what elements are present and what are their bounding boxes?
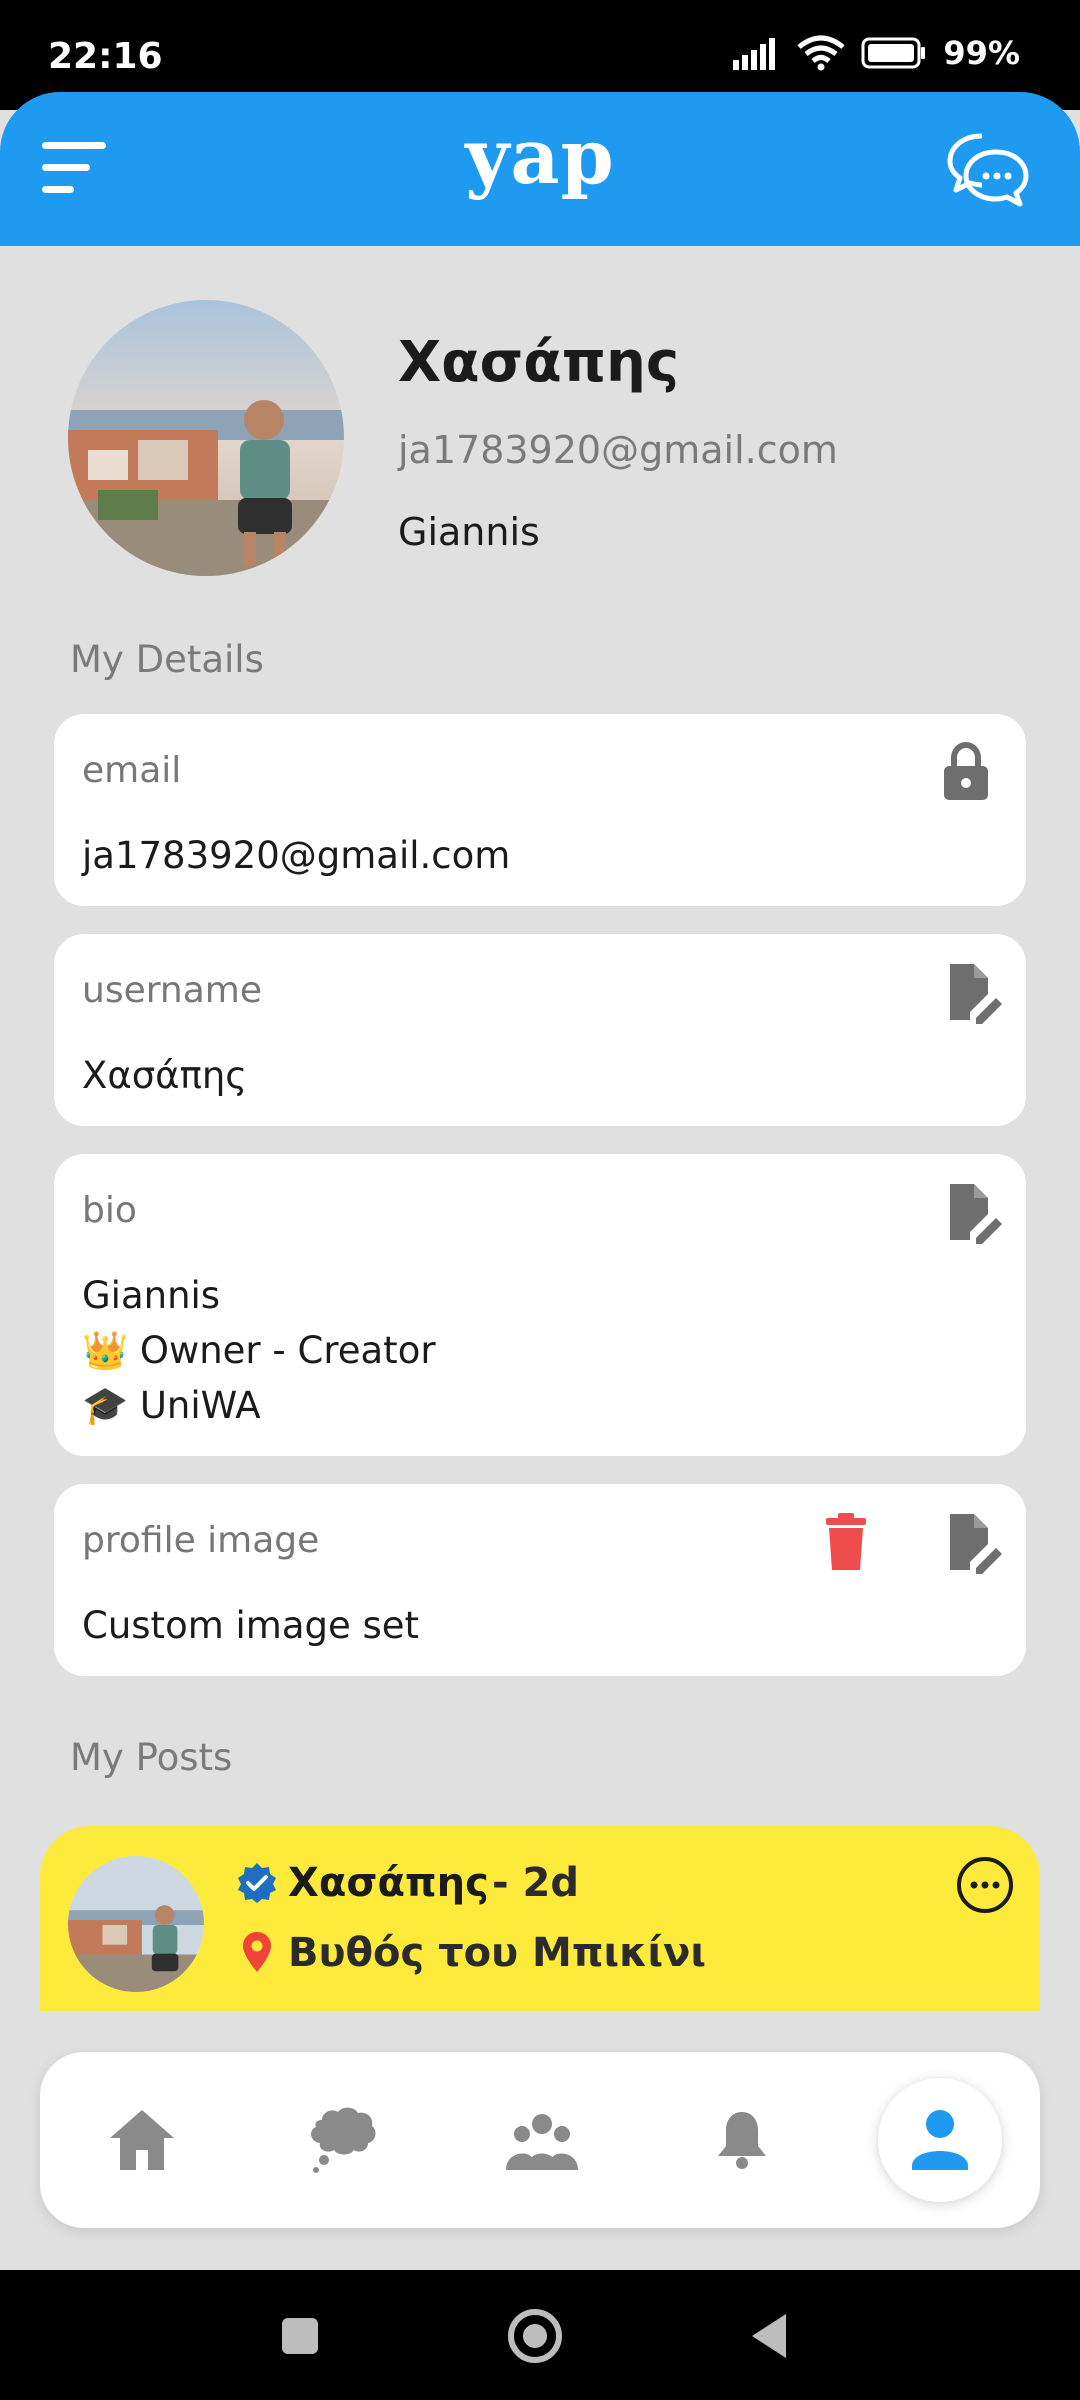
- verified-badge-icon: [238, 1863, 276, 1903]
- bio-card: bio Giannis 👑 Owner - Creator 🎓 UniWA: [54, 1154, 1026, 1456]
- more-options-icon[interactable]: [956, 1856, 1014, 1914]
- bio-line: Giannis: [82, 1274, 221, 1317]
- signal-icon: [733, 38, 776, 70]
- status-icons: 99%: [733, 34, 1020, 72]
- bio-line: 🎓 UniWA: [82, 1384, 261, 1427]
- edit-file-icon[interactable]: [944, 1180, 1004, 1244]
- post-avatar[interactable]: [68, 1856, 204, 1992]
- home-icon[interactable]: [102, 2100, 182, 2180]
- post-author[interactable]: Χασάπης: [288, 1860, 489, 1906]
- post-card[interactable]: Χασάπης - 2d Βυθός του Μπικίνι: [40, 1826, 1040, 2011]
- wifi-icon: [797, 35, 845, 71]
- email-card: email ja1783920@gmail.com: [54, 714, 1026, 906]
- status-time: 22:16: [48, 36, 163, 77]
- edit-file-icon[interactable]: [944, 960, 1004, 1024]
- system-nav-bar: [0, 2270, 1080, 2400]
- username-card: username Χασάπης: [54, 934, 1026, 1126]
- bio-line: 👑 Owner - Creator: [82, 1329, 436, 1372]
- battery-icon: [861, 37, 926, 69]
- profile-bio: Giannis: [398, 510, 540, 554]
- group-icon[interactable]: [502, 2100, 582, 2180]
- bell-icon[interactable]: [702, 2100, 782, 2180]
- app-title: yap: [465, 112, 615, 201]
- nav-profile-button[interactable]: [878, 2078, 1002, 2202]
- profile-image-label: profile image: [82, 1520, 320, 1561]
- back-icon[interactable]: [740, 2304, 804, 2368]
- bio-value: Giannis 👑 Owner - Creator 🎓 UniWA: [82, 1268, 436, 1433]
- thought-bubble-icon[interactable]: [302, 2100, 382, 2180]
- profile-avatar[interactable]: [68, 300, 344, 576]
- post-location: Βυθός του Μπικίνι: [288, 1930, 706, 1976]
- post-time: - 2d: [492, 1860, 579, 1906]
- profile-email: ja1783920@gmail.com: [398, 428, 838, 472]
- recents-icon[interactable]: [268, 2304, 332, 2368]
- app-header: yap: [0, 92, 1080, 246]
- my-posts-title: My Posts: [70, 1736, 233, 1779]
- battery-percent: 99%: [943, 34, 1020, 72]
- my-details-title: My Details: [70, 638, 264, 681]
- profile-person-icon: [912, 2110, 968, 2170]
- bio-label: bio: [82, 1190, 137, 1231]
- home-circle-icon[interactable]: [503, 2304, 567, 2368]
- location-pin-icon: [243, 1932, 271, 1972]
- profile-name: Χασάπης: [398, 330, 680, 395]
- username-value: Χασάπης: [82, 1054, 248, 1097]
- bottom-nav: [40, 2052, 1040, 2228]
- edit-file-icon[interactable]: [944, 1510, 1004, 1574]
- lock-icon: [944, 741, 988, 800]
- username-label: username: [82, 970, 262, 1011]
- email-value: ja1783920@gmail.com: [82, 834, 511, 877]
- profile-image-value: Custom image set: [82, 1604, 420, 1647]
- chat-bubbles-icon[interactable]: [946, 130, 1030, 208]
- email-label: email: [82, 750, 182, 791]
- trash-icon[interactable]: [816, 1510, 876, 1574]
- profile-image-card: profile image Custom image set: [54, 1484, 1026, 1676]
